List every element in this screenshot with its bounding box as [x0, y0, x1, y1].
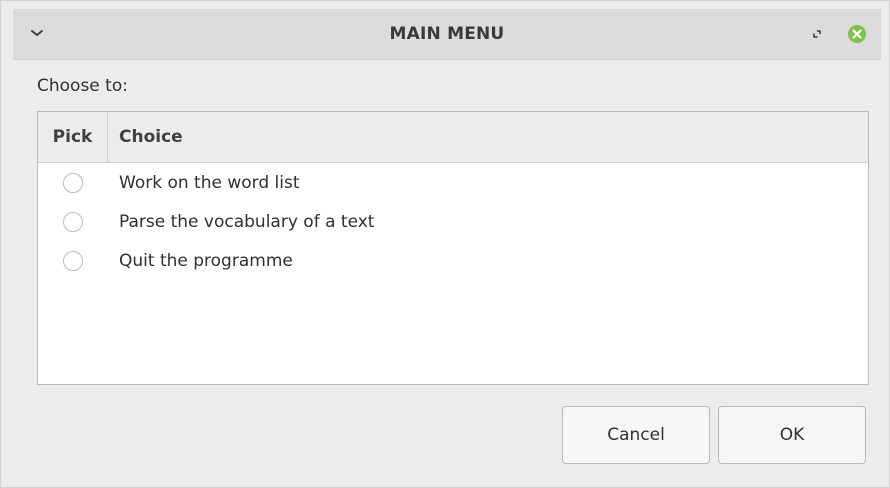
list-item[interactable]: Quit the programme [38, 241, 868, 280]
choice-label: Work on the word list [119, 172, 300, 193]
window-title: MAIN MENU [389, 24, 505, 44]
ok-button[interactable]: OK [718, 406, 866, 464]
list-item[interactable]: Parse the vocabulary of a text [38, 202, 868, 241]
list-header: Pick Choice [38, 112, 868, 163]
choice-label: Parse the vocabulary of a text [119, 211, 375, 232]
choice-label: Quit the programme [119, 250, 293, 271]
cancel-button[interactable]: Cancel [562, 406, 710, 464]
radio-button[interactable] [63, 211, 83, 232]
radio-button[interactable] [63, 250, 83, 271]
radio-button[interactable] [63, 172, 83, 193]
radio-cell [38, 250, 108, 271]
close-icon [848, 25, 866, 43]
title-bar[interactable]: MAIN MENU [13, 9, 881, 60]
restore-icon [813, 30, 821, 38]
column-header-choice[interactable]: Choice [108, 112, 868, 162]
radio-cell [38, 211, 108, 232]
window-menu-button[interactable] [27, 23, 47, 43]
dialog-window: MAIN MENU Choose to: Pick Choice Work on… [0, 0, 890, 488]
column-header-pick[interactable]: Pick [38, 112, 108, 162]
prompt-label: Choose to: [37, 76, 128, 96]
choice-list: Pick Choice Work on the word list Parse … [37, 111, 869, 385]
restore-button[interactable] [809, 26, 825, 42]
radio-cell [38, 172, 108, 193]
chevron-down-icon [31, 30, 43, 36]
list-item[interactable]: Work on the word list [38, 163, 868, 202]
close-button[interactable] [847, 24, 867, 44]
